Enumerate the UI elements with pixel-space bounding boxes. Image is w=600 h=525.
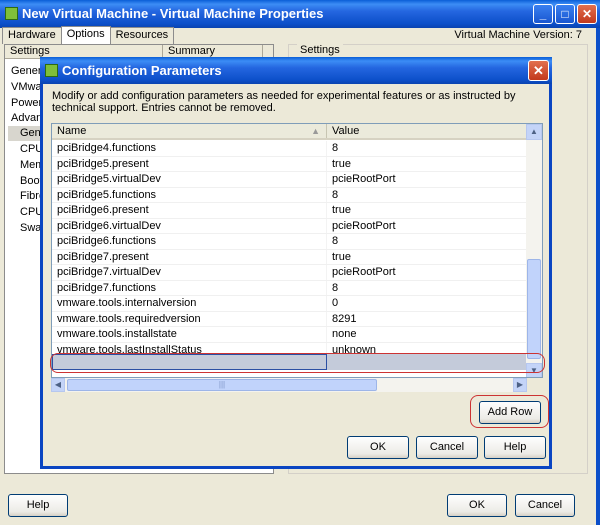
cancel-button[interactable]: Cancel [515,494,575,517]
close-icon[interactable]: ✕ [528,60,549,81]
vm-app-icon [45,64,58,77]
tab-options[interactable]: Options [60,26,111,44]
table-row[interactable]: vmware.tools.internalversion 0 [52,296,528,312]
param-value-cell[interactable]: true [327,156,528,171]
param-name-cell[interactable]: pciBridge5.virtualDev [52,172,327,187]
param-value-cell[interactable]: 0 [327,296,528,311]
param-value-cell[interactable]: pcieRootPort [327,218,528,233]
param-name-cell[interactable]: pciBridge6.present [52,203,327,218]
param-name-cell[interactable]: vmware.tools.internalversion [52,296,327,311]
window-title: New Virtual Machine - Virtual Machine Pr… [22,6,324,21]
scroll-right-icon[interactable]: ▶ [513,378,527,392]
table-row[interactable]: pciBridge6.virtualDev pcieRootPort [52,218,528,234]
param-value-cell[interactable]: 8 [327,234,528,249]
tab-bar: Hardware Options Resources [2,26,175,44]
dialog-ok-button[interactable]: OK [347,436,409,459]
table-row[interactable]: pciBridge5.present true [52,156,528,172]
table-row[interactable]: pciBridge6.present true [52,203,528,219]
table-row[interactable]: pciBridge6.functions 8 [52,234,528,250]
sort-arrow-icon: ▲ [311,126,320,136]
table-row[interactable]: pciBridge7.virtualDev pcieRootPort [52,265,528,281]
ok-button[interactable]: OK [447,494,507,517]
param-name-cell[interactable]: vmware.tools.installstate [52,327,327,342]
param-value-cell[interactable]: pcieRootPort [327,265,528,280]
param-value-cell[interactable]: 8 [327,187,528,202]
horizontal-scroll-thumb[interactable]: ||| [67,379,377,391]
maximize-icon[interactable]: □ [555,4,575,24]
name-column-header[interactable]: Name ▲ [52,124,327,138]
param-value-cell[interactable]: 8 [327,280,528,295]
table-row[interactable]: pciBridge5.virtualDev pcieRootPort [52,172,528,188]
param-name-cell[interactable]: pciBridge6.functions [52,234,327,249]
param-name-cell[interactable]: pciBridge5.present [52,156,327,171]
settings-group-legend: Settings [297,44,343,56]
param-value-cell[interactable]: pcieRootPort [327,172,528,187]
param-name-cell[interactable]: pciBridge7.present [52,249,327,264]
table-row[interactable]: pciBridge7.present true [52,249,528,265]
dialog-description: Modify or add configuration parameters a… [52,90,516,114]
name-header-label: Name [57,125,87,137]
add-row-highlight [470,395,549,428]
vertical-scroll-thumb[interactable] [527,259,541,359]
table-header: Name ▲ Value [52,124,528,140]
tab-hardware[interactable]: Hardware [2,27,62,44]
param-value-cell[interactable]: 8291 [327,311,528,326]
vm-app-icon [5,7,18,20]
dialog-title: Configuration Parameters [62,63,222,78]
window-button-bar: Help OK Cancel [0,480,600,525]
dialog-cancel-button[interactable]: Cancel [416,436,478,459]
param-name-cell[interactable]: pciBridge7.functions [52,280,327,295]
param-value-cell[interactable]: true [327,203,528,218]
close-icon[interactable]: ✕ [577,4,597,24]
horizontal-scrollbar[interactable]: ◀ ||| ▶ [51,378,527,392]
vertical-scrollbar[interactable]: ▲ ▼ [526,124,542,377]
param-value-cell[interactable]: 8 [327,141,528,156]
table-row[interactable]: vmware.tools.installstate none [52,327,528,343]
param-name-cell[interactable]: pciBridge7.virtualDev [52,265,327,280]
parameters-table: Name ▲ Value pciBridge4.functions 8 pciBri… [51,123,543,378]
param-value-cell[interactable]: none [327,327,528,342]
table-body: pciBridge4.functions 8 pciBridge5.present t… [52,141,528,358]
param-name-cell[interactable]: pciBridge6.virtualDev [52,218,327,233]
param-name-cell[interactable]: pciBridge5.functions [52,187,327,202]
window-border [596,28,600,525]
help-button[interactable]: Help [8,494,68,517]
window-title-bar[interactable]: New Virtual Machine - Virtual Machine Pr… [0,0,600,28]
table-row[interactable]: pciBridge4.functions 8 [52,141,528,157]
scroll-up-icon[interactable]: ▲ [526,124,542,140]
vm-version-label: Virtual Machine Version: 7 [454,29,582,41]
param-value-cell[interactable]: true [327,249,528,264]
table-row[interactable]: vmware.tools.requiredversion 8291 [52,311,528,327]
table-row[interactable]: pciBridge5.functions 8 [52,187,528,203]
param-name-cell[interactable]: vmware.tools.requiredversion [52,311,327,326]
dialog-title-bar[interactable]: Configuration Parameters ✕ [40,57,552,84]
new-row-highlight [50,353,545,373]
dialog-help-button[interactable]: Help [484,436,546,459]
value-column-header[interactable]: Value [327,124,528,138]
param-name-cell[interactable]: pciBridge4.functions [52,141,327,156]
scroll-left-icon[interactable]: ◀ [51,378,65,392]
tab-resources[interactable]: Resources [109,27,175,44]
config-parameters-dialog: Configuration Parameters ✕ Modify or add… [40,57,552,469]
table-row[interactable]: pciBridge7.functions 8 [52,280,528,296]
minimize-icon[interactable]: _ [533,4,553,24]
